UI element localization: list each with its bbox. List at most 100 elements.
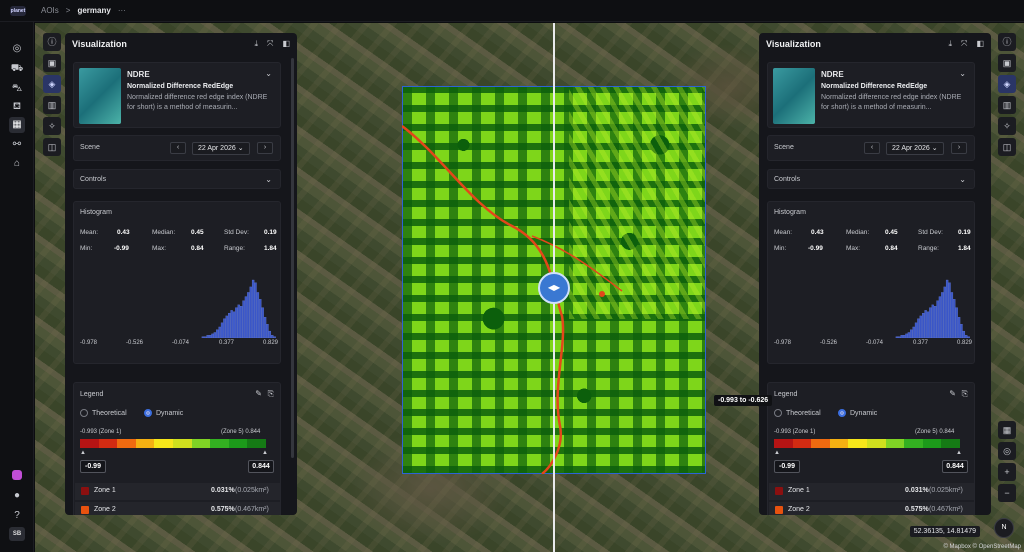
map-canvas[interactable]: ◀▶ ⓘ ▣ ◈ ▥ ✧ ◫ ⓘ ▣ ◈ ▥ ✧ ◫ ▦ ◎ + − Visua… xyxy=(35,23,1024,552)
breadcrumb-current[interactable]: germany xyxy=(77,6,110,15)
ramp-segment xyxy=(941,439,960,448)
prev-scene-button[interactable]: ‹ xyxy=(170,142,186,154)
index-card[interactable]: NDRE Normalized Difference RedEdge Norma… xyxy=(767,62,975,128)
compass-icon[interactable]: N xyxy=(994,518,1014,538)
download-icon[interactable]: ⤓ xyxy=(948,39,952,49)
image-icon[interactable]: ▣ xyxy=(998,54,1016,72)
split-handle-icon[interactable]: ◀▶ xyxy=(538,272,570,304)
sidebar-toggle-icon[interactable]: ◧ xyxy=(976,39,984,49)
expand-icon[interactable]: ⤧ xyxy=(267,39,273,49)
theoretical-radio[interactable]: Theoretical xyxy=(774,409,821,417)
visualization-panel-right: Visualization ⤓ ⤧ ◧ NDRE Normalized Diff… xyxy=(759,33,991,515)
histogram-bar xyxy=(922,312,925,338)
sparkle-icon[interactable]: ✧ xyxy=(43,117,61,135)
bar-chart-icon[interactable]: ▥ xyxy=(43,96,61,114)
app-logo[interactable]: planet xyxy=(10,6,26,16)
zoom-in-icon[interactable]: + xyxy=(998,463,1016,481)
zone-row[interactable]: Zone 2 0.575% (0.467km²) xyxy=(75,502,280,515)
notification-icon[interactable]: ● xyxy=(9,488,25,504)
split-view-icon[interactable]: ◫ xyxy=(998,138,1016,156)
help-icon[interactable]: ? xyxy=(9,508,25,524)
histogram-bar xyxy=(266,324,269,338)
legend-max-input[interactable]: 0.844 xyxy=(942,460,968,473)
edit-icon[interactable]: ✎ xyxy=(949,389,956,398)
breadcrumb-aois[interactable]: AOIs xyxy=(41,6,59,15)
dynamic-radio[interactable]: Dynamic xyxy=(144,409,183,417)
zone-row[interactable]: Zone 2 0.575% (0.467km²) xyxy=(769,502,974,515)
next-scene-button[interactable]: › xyxy=(257,142,273,154)
zone-max-label: (Zone 5) 0.844 xyxy=(221,429,261,435)
zoom-out-icon[interactable]: − xyxy=(998,484,1016,502)
tractor-nav-icon[interactable]: ⛟ xyxy=(9,61,25,77)
ramp-handle-icon[interactable]: ▲ xyxy=(956,450,962,456)
histogram-bar xyxy=(232,311,236,338)
compass-nav-icon[interactable]: ◎ xyxy=(9,41,25,57)
theoretical-radio[interactable]: Theoretical xyxy=(80,409,127,417)
chevron-down-icon[interactable]: ⌄ xyxy=(265,175,272,184)
hist-tick: -0.978 xyxy=(80,340,98,346)
sparkle-icon[interactable]: ✧ xyxy=(998,117,1016,135)
left-tool-column: ⓘ ▣ ◈ ▥ ✧ ◫ xyxy=(43,33,61,156)
download-icon[interactable]: ⤓ xyxy=(254,39,258,49)
legend-min-input[interactable]: -0.99 xyxy=(774,460,800,473)
histogram-bar xyxy=(242,300,245,338)
locate-icon[interactable]: ◎ xyxy=(998,442,1016,460)
expand-icon[interactable]: ⤧ xyxy=(961,39,967,49)
store-nav-icon[interactable]: ⌂ xyxy=(9,156,25,172)
ramp-handle-icon[interactable]: ▲ xyxy=(262,450,268,456)
next-scene-button[interactable]: › xyxy=(951,142,967,154)
legend-card: Legend ✎ ⎘ Theoretical Dynamic -0.993 (Z… xyxy=(73,382,281,515)
export-icon[interactable]: ⎘ xyxy=(962,389,968,399)
layers-icon[interactable]: ◈ xyxy=(998,75,1016,93)
map-nav-icon[interactable]: ▦ xyxy=(9,117,25,133)
edit-icon[interactable]: ✎ xyxy=(255,389,262,398)
zone-row[interactable]: Zone 1 0.031% (0.025km²) xyxy=(769,483,974,500)
chevron-down-icon[interactable]: ⌄ xyxy=(959,175,966,184)
map-style-icon[interactable]: ▦ xyxy=(998,421,1016,439)
histogram-bar xyxy=(933,306,937,338)
index-card[interactable]: NDRE Normalized Difference RedEdge Norma… xyxy=(73,62,281,128)
controls-row[interactable]: Controls ⌄ xyxy=(73,169,281,189)
histogram-bar xyxy=(273,336,276,338)
split-view-icon[interactable]: ◫ xyxy=(43,138,61,156)
graph-nav-icon[interactable]: ⚯ xyxy=(9,137,25,153)
info-icon[interactable]: ⓘ xyxy=(43,33,61,51)
ramp-tooltip: -0.993 to -0.626 xyxy=(714,395,773,406)
zone-row[interactable]: Zone 1 0.031% (0.025km²) xyxy=(75,483,280,500)
legend-max-input[interactable]: 0.844 xyxy=(248,460,274,473)
radio-on-icon xyxy=(838,409,846,417)
ramp-handle-icon[interactable]: ▲ xyxy=(774,450,780,456)
app-badge-icon[interactable] xyxy=(12,470,22,480)
radio-off-icon xyxy=(80,409,88,417)
truck-nav-icon[interactable]: ⛍ xyxy=(9,81,25,97)
color-ramp[interactable] xyxy=(774,439,960,448)
chevron-down-icon[interactable]: ⌄ xyxy=(265,69,272,78)
image-icon[interactable]: ▣ xyxy=(43,54,61,72)
histogram-bar xyxy=(898,336,901,338)
stat-range-label: Range: xyxy=(224,245,245,252)
histogram-bar xyxy=(912,326,915,338)
map-attribution[interactable]: © Mapbox © OpenStreetMap xyxy=(943,544,1021,550)
info-icon[interactable]: ⓘ xyxy=(998,33,1016,51)
stat-mean-label: Mean: xyxy=(774,229,793,236)
bar-chart-icon[interactable]: ▥ xyxy=(998,96,1016,114)
prev-scene-button[interactable]: ‹ xyxy=(864,142,880,154)
scene-date-select[interactable]: 22 Apr 2026 ⌄ xyxy=(886,142,944,155)
stat-mean: 0.43 xyxy=(811,229,824,236)
sidebar-toggle-icon[interactable]: ◧ xyxy=(282,39,290,49)
chevron-down-icon[interactable]: ⌄ xyxy=(959,69,966,78)
zone-area: (0.467km²) xyxy=(929,506,963,513)
dynamic-radio[interactable]: Dynamic xyxy=(838,409,877,417)
controls-row[interactable]: Controls ⌄ xyxy=(767,169,975,189)
panel-scrollbar[interactable] xyxy=(291,58,294,458)
avatar[interactable]: SB xyxy=(9,527,25,541)
more-options-icon[interactable]: ··· xyxy=(118,6,126,15)
cart-nav-icon[interactable]: ⛾ xyxy=(9,99,25,115)
layers-icon[interactable]: ◈ xyxy=(43,75,61,93)
legend-min-input[interactable]: -0.99 xyxy=(80,460,106,473)
index-description: Normalized difference red edge index (ND… xyxy=(127,94,268,111)
export-icon[interactable]: ⎘ xyxy=(268,389,274,399)
ramp-handle-icon[interactable]: ▲ xyxy=(80,450,86,456)
scene-date-select[interactable]: 22 Apr 2026 ⌄ xyxy=(192,142,250,155)
color-ramp[interactable] xyxy=(80,439,266,448)
